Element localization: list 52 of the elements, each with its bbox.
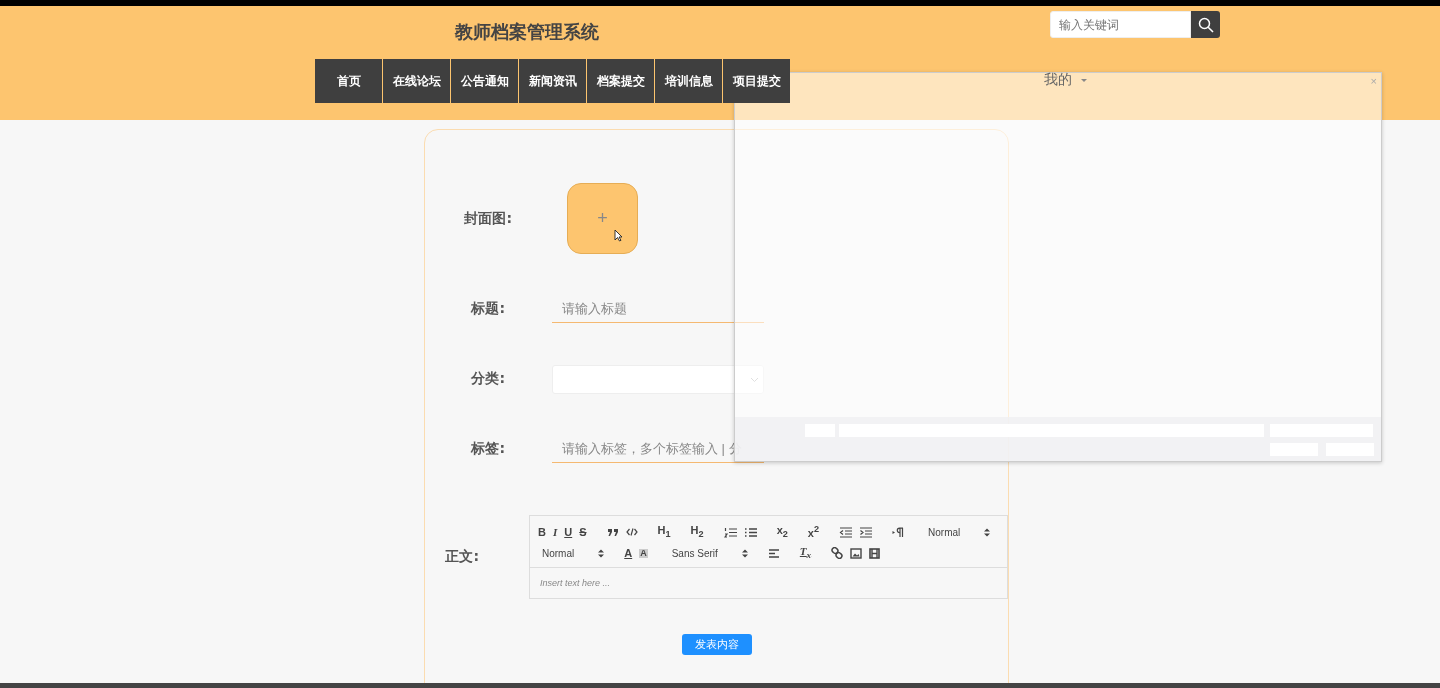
search-field[interactable]: 输入关键词 (1050, 11, 1191, 38)
field-label: 标签: (470, 440, 505, 458)
editor-placeholder: Insert text here ... (540, 578, 611, 588)
updown-arrows-icon (984, 527, 991, 537)
bullet-list-icon[interactable] (743, 526, 757, 538)
ordered-list-icon[interactable] (723, 526, 737, 538)
nav-item[interactable]: 公告通知 (451, 59, 518, 103)
strike-button[interactable]: S (579, 526, 587, 538)
align-icon[interactable] (767, 547, 780, 559)
background-color-button[interactable]: A (639, 548, 648, 558)
text-direction-icon[interactable] (892, 526, 905, 538)
code-icon[interactable] (625, 527, 638, 537)
text-color-button[interactable]: A (624, 547, 633, 559)
bold-button[interactable]: B (538, 526, 546, 538)
image-icon[interactable] (850, 547, 863, 559)
indent-icon[interactable] (859, 526, 873, 538)
format-dropdown[interactable]: Normal (924, 526, 991, 538)
italic-button[interactable]: I (552, 526, 558, 538)
heading-button[interactable]: H$_{1}$ (657, 524, 671, 540)
nav-item[interactable]: 项目提交 (723, 59, 790, 103)
user-menu[interactable]: 我的 (1044, 71, 1088, 89)
cursor-icon (614, 229, 623, 242)
quote-icon[interactable] (606, 527, 619, 537)
editor-area[interactable]: Insert text here ... (530, 568, 1007, 598)
field-label: 正文: (444, 548, 479, 566)
caret-icon (1080, 77, 1088, 83)
video-icon[interactable] (869, 547, 881, 559)
format-dropdown[interactable]: Normal (538, 547, 605, 559)
site-title: 教师档案管理系统 (455, 20, 599, 44)
field-label: 标题: (470, 300, 505, 318)
outdent-icon[interactable] (839, 526, 853, 538)
nav-item[interactable]: 在线论坛 (383, 59, 450, 103)
underline-button[interactable]: U (564, 526, 573, 538)
clear-format-button[interactable]: T$_{x}$ (799, 545, 812, 561)
nav-item[interactable]: 培训信息 (655, 59, 722, 103)
script-button[interactable]: x$^{2}$ (807, 525, 820, 539)
updown-arrows-icon (598, 548, 605, 558)
updown-arrows-icon (741, 548, 748, 558)
input-field[interactable]: 请输入标题 (552, 295, 764, 323)
nav-item[interactable]: 新闻资讯 (519, 59, 586, 103)
select-field[interactable] (552, 364, 764, 394)
search-button[interactable] (1191, 11, 1220, 38)
chevron-down-icon (750, 376, 759, 383)
heading-button[interactable]: H$_{2}$ (690, 524, 704, 540)
nav-item[interactable]: 首页 (315, 59, 382, 103)
field-label: 封面图: (463, 209, 512, 228)
format-dropdown[interactable]: Sans Serif (667, 547, 748, 559)
link-icon[interactable] (831, 547, 844, 559)
nav-item[interactable]: 档案提交 (587, 59, 654, 103)
search-icon (1197, 16, 1214, 33)
field-label: 分类: (470, 370, 505, 388)
script-button[interactable]: x$_{2}$ (776, 524, 788, 540)
